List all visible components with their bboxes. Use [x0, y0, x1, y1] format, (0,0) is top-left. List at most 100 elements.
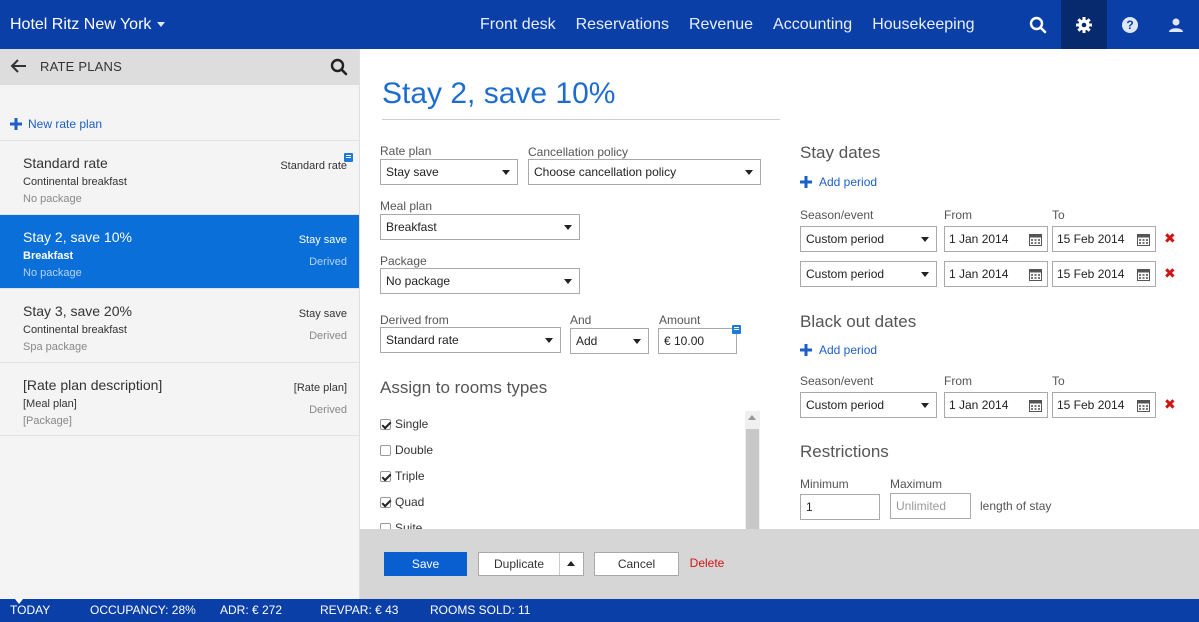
calendar-icon[interactable]	[1029, 233, 1042, 246]
chevron-up-icon[interactable]	[567, 561, 575, 566]
to-date-input[interactable]: 15 Feb 2014	[1052, 226, 1156, 252]
chevron-down-icon	[633, 339, 641, 344]
blackout-add-period-link[interactable]: Add period	[800, 343, 877, 357]
add-period-label: Add period	[819, 175, 878, 189]
calendar-icon[interactable]	[1137, 399, 1150, 412]
to-date-input[interactable]: 15 Feb 2014	[1052, 261, 1156, 287]
rate-plan-value: Stay save	[386, 165, 439, 179]
chevron-down-icon	[745, 170, 753, 175]
search-icon	[1029, 16, 1047, 33]
meal-plan: Continental breakfast	[23, 176, 127, 188]
room-type-suite[interactable]: Suite	[380, 515, 760, 529]
back-arrow-icon[interactable]	[10, 57, 28, 75]
note-icon[interactable]	[732, 325, 741, 334]
nav-reservations[interactable]: Reservations	[566, 0, 679, 49]
room-type-label: Quad	[395, 495, 425, 509]
list-item[interactable]: [Rate plan description] [Meal plan] [Pac…	[0, 362, 359, 436]
to-date-value: 15 Feb 2014	[1057, 398, 1125, 412]
help-icon: ?	[1122, 16, 1138, 33]
season-select[interactable]: Custom period	[800, 261, 937, 287]
revpar-stat: REVPAR: € 43	[320, 603, 399, 617]
duplicate-button[interactable]: Duplicate	[478, 552, 584, 576]
season-select[interactable]: Custom period	[800, 226, 937, 252]
new-rate-plan-link[interactable]: New rate plan	[10, 117, 102, 131]
action-bar: Save Duplicate Cancel Delete	[360, 529, 1199, 599]
delete-button[interactable]: Delete	[687, 552, 727, 576]
chevron-down-icon	[921, 403, 929, 408]
from-date-input[interactable]: 1 Jan 2014	[944, 226, 1048, 252]
list-item[interactable]: Stay 2, save 10% Breakfast No package St…	[0, 214, 359, 288]
scroll-thumb[interactable]	[746, 429, 759, 529]
user-button[interactable]	[1153, 0, 1199, 49]
search-button[interactable]	[1015, 0, 1061, 49]
save-button[interactable]: Save	[384, 552, 467, 576]
maximum-stay-input[interactable]: Unlimited	[890, 493, 971, 519]
list-item[interactable]: Stay 3, save 20% Continental breakfast S…	[0, 288, 359, 362]
package: Spa package	[23, 341, 88, 353]
top-bar: Hotel Ritz New York Front desk Reservati…	[0, 0, 1199, 49]
from-date-input[interactable]: 1 Jan 2014	[944, 392, 1048, 418]
chevron-down-icon	[564, 225, 572, 230]
calendar-icon[interactable]	[1137, 268, 1150, 281]
room-type-double[interactable]: Double	[380, 437, 760, 463]
cancel-button[interactable]: Cancel	[594, 552, 679, 576]
checkbox[interactable]	[380, 496, 391, 508]
checkbox[interactable]	[380, 444, 391, 456]
season-value: Custom period	[806, 398, 885, 412]
from-date-input[interactable]: 1 Jan 2014	[944, 261, 1048, 287]
calendar-icon[interactable]	[1029, 268, 1042, 281]
remove-period-icon[interactable]: ✖	[1164, 396, 1176, 413]
nav-accounting[interactable]: Accounting	[763, 0, 862, 49]
minimum-stay-input[interactable]: 1	[800, 494, 880, 520]
remove-period-icon[interactable]: ✖	[1164, 230, 1176, 247]
meal-plan: Continental breakfast	[23, 324, 127, 336]
meal-plan-select[interactable]: Breakfast	[380, 214, 580, 240]
rooms-sold-stat: ROOMS SOLD: 11	[430, 603, 531, 617]
hotel-selector[interactable]: Hotel Ritz New York	[10, 0, 166, 49]
minimum-label: Minimum	[800, 477, 849, 491]
nav-revenue[interactable]: Revenue	[679, 0, 763, 49]
plus-icon	[800, 344, 812, 356]
nav-front-desk[interactable]: Front desk	[470, 0, 566, 49]
calendar-icon[interactable]	[1137, 233, 1150, 246]
rate-type: [Rate plan]	[293, 382, 347, 394]
room-type-label: Triple	[395, 469, 425, 483]
derivation: Derived	[309, 404, 347, 416]
search-icon[interactable]	[330, 58, 348, 76]
season-select[interactable]: Custom period	[800, 392, 937, 418]
nav-housekeeping[interactable]: Housekeeping	[862, 0, 984, 49]
stay-dates-title: Stay dates	[800, 143, 881, 162]
rate-plan-editor: Stay 2, save 10% Rate plan Stay save Can…	[360, 49, 1199, 529]
list-item[interactable]: Standard rate Continental breakfast No p…	[0, 140, 359, 214]
cancellation-policy-value: Choose cancellation policy	[534, 165, 677, 179]
chevron-down-icon	[564, 279, 572, 284]
from-date-value: 1 Jan 2014	[949, 232, 1009, 246]
rate-type: Standard rate	[280, 160, 347, 172]
checkbox[interactable]	[380, 418, 391, 430]
and-label: And	[570, 313, 592, 327]
to-date-value: 15 Feb 2014	[1057, 232, 1125, 246]
room-type-label: Suite	[395, 521, 423, 529]
cancellation-policy-select[interactable]: Choose cancellation policy	[528, 159, 761, 185]
rate-plan-select[interactable]: Stay save	[380, 159, 518, 185]
scroll-up-icon[interactable]	[748, 415, 756, 420]
stay-add-period-link[interactable]: Add period	[800, 175, 877, 189]
amount-input[interactable]: € 10.00	[658, 328, 737, 354]
rooms-scrollbar[interactable]	[745, 411, 760, 529]
to-date-input[interactable]: 15 Feb 2014	[1052, 392, 1156, 418]
derived-from-select[interactable]: Standard rate	[380, 327, 561, 353]
room-type-single[interactable]: Single	[380, 411, 760, 437]
settings-button[interactable]	[1061, 0, 1107, 49]
calendar-icon[interactable]	[1029, 399, 1042, 412]
help-button[interactable]: ?	[1107, 0, 1153, 49]
checkbox[interactable]	[380, 470, 391, 482]
room-type-quad[interactable]: Quad	[380, 489, 760, 515]
chevron-down-icon	[502, 170, 510, 175]
remove-period-icon[interactable]: ✖	[1164, 265, 1176, 282]
room-type-triple[interactable]: Triple	[380, 463, 760, 489]
and-select[interactable]: Add	[570, 328, 649, 354]
season-label: Season/event	[800, 208, 874, 222]
derived-from-label: Derived from	[380, 313, 449, 327]
package-select[interactable]: No package	[380, 268, 580, 294]
chevron-down-icon	[157, 22, 166, 28]
